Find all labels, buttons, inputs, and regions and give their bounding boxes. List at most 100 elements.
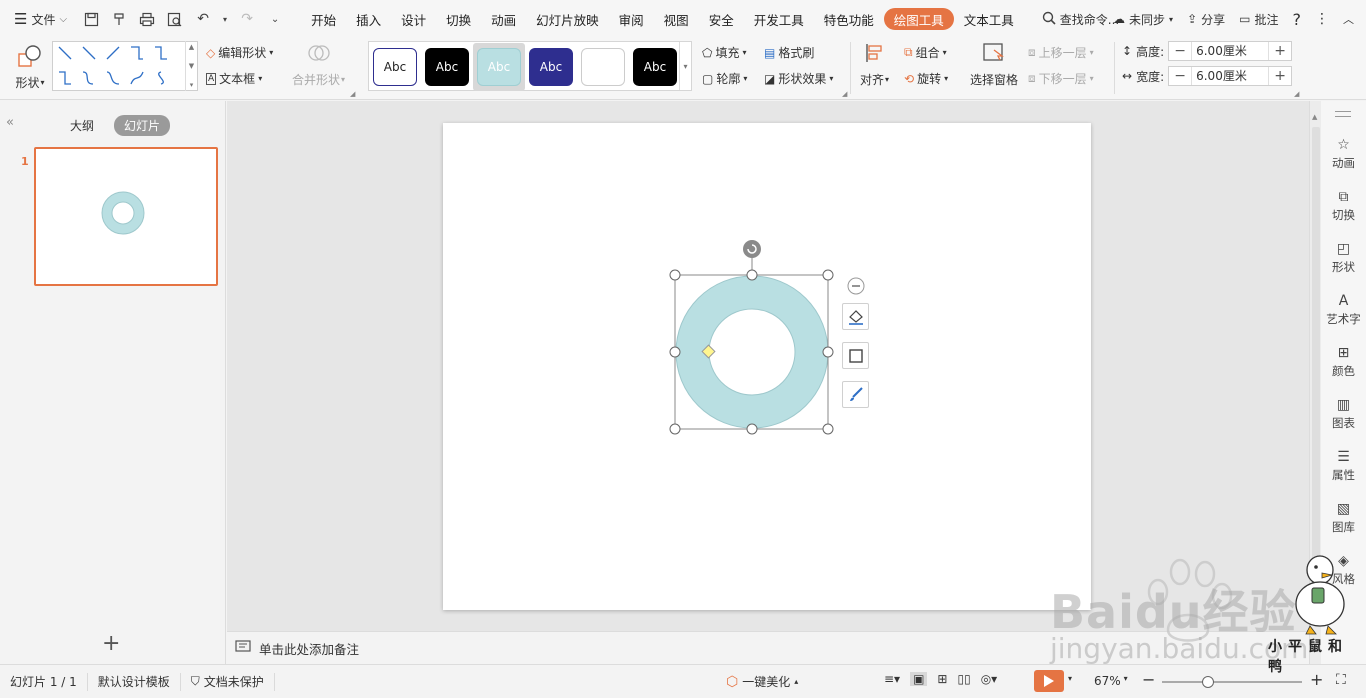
gallery-expand[interactable]: ▾ [679,42,691,90]
tab-home[interactable]: 开始 [301,8,346,30]
gallery-scroll[interactable]: ▲ ▼ ▾ [185,41,197,91]
sidebar-item-chart[interactable]: ▥ 图表 [1321,397,1366,431]
bring-forward-button[interactable]: ⧈ 上移一层 ▾ [1028,44,1094,61]
sidebar-item-color[interactable]: ⊞ 颜色 [1321,345,1366,379]
zoom-in-button[interactable]: + [1310,670,1323,689]
document-protect[interactable]: ⛉ 文档未保护 [181,672,275,691]
vertical-scrollbar[interactable]: ▲ [1309,101,1321,664]
command-search[interactable]: 查找命令... [1042,11,1119,28]
height-input[interactable]: 6.00厘米 [1191,42,1270,60]
resize-handle[interactable] [822,346,834,358]
tab-features[interactable]: 特色功能 [814,8,884,30]
merge-shape-button[interactable]: 合并形状 ▾ [292,42,345,88]
sidebar-item-properties[interactable]: ☰ 属性 [1321,449,1366,483]
zoom-out-button[interactable]: − [1142,670,1155,689]
send-backward-button[interactable]: ⧈ 下移一层 ▾ [1028,70,1094,87]
normal-view-icon[interactable]: ▣ [910,672,928,686]
scroll-thumb[interactable] [1312,127,1320,617]
rotate-button[interactable]: ⟲ 旋转 ▾ [904,70,948,87]
resize-handle[interactable] [822,269,834,281]
sidebar-item-transition[interactable]: ⧉ 切换 [1321,189,1366,223]
style-swatch[interactable]: Abc [425,48,469,86]
notes-pane[interactable]: 单击此处添加备注 [227,631,1309,664]
sorter-view-icon[interactable]: ⊞ [937,672,947,686]
tab-drawing-tools[interactable]: 绘图工具 [883,8,954,30]
sidebar-item-shape[interactable]: ◰ 形状 [1321,241,1366,275]
dialog-launcher-icon[interactable]: ◢ [842,90,847,98]
slide-thumbnail[interactable] [34,147,218,286]
format-painter-icon[interactable] [109,9,129,29]
dialog-launcher-icon[interactable]: ◢ [1294,90,1299,98]
decrease-width-button[interactable]: − [1169,68,1191,84]
resize-handle[interactable] [669,269,681,281]
redo-icon[interactable]: ↷ [237,9,257,29]
sidebar-item-wordart[interactable]: A 艺术字 [1321,293,1366,327]
selection-pane-button[interactable]: 选择窗格 [970,42,1018,88]
tab-transition[interactable]: 切换 [436,8,481,30]
fit-window-icon[interactable]: ⛶ [1336,672,1346,688]
connector-gallery[interactable] [52,41,198,91]
style-swatch[interactable]: Abc [633,48,677,86]
zoom-slider-thumb[interactable] [1202,676,1214,688]
zoom-level[interactable]: 67% ▾ [1094,674,1128,688]
zoom-slider[interactable] [1162,676,1302,688]
help-button[interactable]: ? [1293,10,1302,29]
style-swatch-selected[interactable]: Abc [477,48,521,86]
dialog-launcher-icon[interactable]: ◢ [350,90,355,98]
beautify-button[interactable]: ⬡ 一键美化 ▴ [726,673,798,690]
resize-handle[interactable] [746,269,758,281]
tab-insert[interactable]: 插入 [346,8,391,30]
outline-button[interactable]: ▢ 轮廓 ▾ [702,70,747,87]
resize-handle[interactable] [822,423,834,435]
increase-width-button[interactable]: + [1269,68,1291,84]
comment-button[interactable]: ▭ 批注 [1239,11,1278,28]
textbox-button[interactable]: A 文本框 ▾ [206,70,262,87]
format-painter-button[interactable]: ▤ 格式刷 [764,44,814,61]
shape-fill-tool[interactable] [842,303,869,330]
sidebar-item-animation[interactable]: ☆ 动画 [1321,137,1366,171]
shape-outline-tool[interactable] [842,342,869,369]
sidebar-item-style[interactable]: ◈ 风格 [1321,553,1366,587]
save-icon[interactable] [81,9,101,29]
presenter-view-icon[interactable]: ◎▾ [981,672,998,686]
chevron-down-icon[interactable]: ▾ [221,9,229,29]
decrease-height-button[interactable]: − [1169,43,1191,59]
share-button[interactable]: ⇪ 分享 [1187,11,1225,28]
tab-slides[interactable]: 幻灯片 [114,115,171,136]
add-slide-button[interactable]: + [102,631,120,656]
increase-height-button[interactable]: + [1269,43,1291,59]
shape-button[interactable]: 形状 ▾ [10,44,50,92]
fill-button[interactable]: ⬠ 填充 ▾ [702,44,746,61]
tab-developer[interactable]: 开发工具 [744,8,814,30]
chevron-down-icon[interactable]: ▾ [1068,674,1072,683]
print-preview-icon[interactable] [165,9,185,29]
customize-toolbar-icon[interactable]: ⌄ [265,9,285,29]
width-input[interactable]: 6.00厘米 [1191,67,1270,85]
more-button[interactable]: ⋮ [1315,11,1329,27]
play-slideshow-button[interactable] [1034,670,1064,692]
style-swatch[interactable]: Abc [373,48,417,86]
reading-view-icon[interactable]: ▯▯ [957,672,970,686]
sidebar-item-gallery[interactable]: ▧ 图库 [1321,501,1366,535]
tab-review[interactable]: 审阅 [609,8,654,30]
tab-text-tools[interactable]: 文本工具 [954,8,1024,30]
shape-effect-button[interactable]: ◪ 形状效果 ▾ [764,70,833,87]
scroll-up-arrow[interactable]: ▲ [1312,113,1317,121]
style-swatch[interactable]: Abc [529,48,573,86]
collapse-panel-button[interactable]: « [6,115,14,130]
tab-slideshow[interactable]: 幻灯片放映 [526,8,609,30]
tab-design[interactable]: 设计 [391,8,436,30]
shape-style-tool[interactable] [842,381,869,408]
align-button[interactable]: 对齐 ▾ [860,42,889,88]
style-swatch[interactable] [581,48,625,86]
group-button[interactable]: ⧉ 组合 ▾ [904,44,947,61]
tab-outline[interactable]: 大纲 [60,115,104,136]
resize-handle[interactable] [746,423,758,435]
tab-view[interactable]: 视图 [654,8,699,30]
tab-security[interactable]: 安全 [699,8,744,30]
print-icon[interactable] [137,9,157,29]
sync-status[interactable]: ☁ 未同步 ▾ [1113,11,1173,28]
edit-shape-button[interactable]: ◇ 编辑形状 ▾ [206,44,273,61]
resize-handle[interactable] [669,346,681,358]
file-menu[interactable]: ☰ 文件 ⌵ [0,0,75,38]
